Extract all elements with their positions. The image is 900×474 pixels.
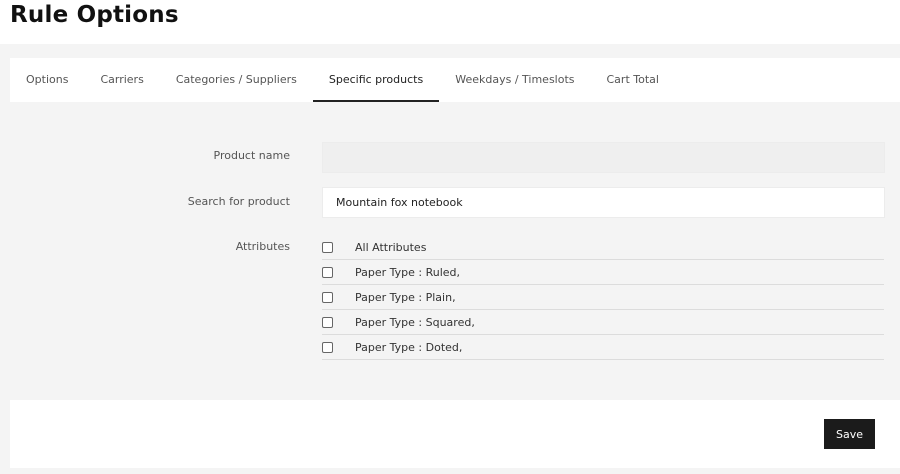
tab-cart-total[interactable]: Cart Total xyxy=(591,58,675,102)
attribute-row-all: All Attributes xyxy=(322,236,884,260)
product-name-field[interactable] xyxy=(322,142,885,173)
attribute-row-squared: Paper Type : Squared, xyxy=(322,310,884,335)
search-product-input[interactable] xyxy=(322,187,885,218)
form-panel: Product name Search for product Attribut… xyxy=(10,102,900,400)
squared-checkbox[interactable] xyxy=(322,316,333,328)
tab-options[interactable]: Options xyxy=(10,58,84,102)
product-name-label: Product name xyxy=(213,149,290,162)
page-title: Rule Options xyxy=(10,2,179,28)
attribute-label: Paper Type : Ruled, xyxy=(355,265,461,279)
tab-categories-suppliers[interactable]: Categories / Suppliers xyxy=(160,58,313,102)
plain-checkbox[interactable] xyxy=(322,291,333,303)
search-product-label: Search for product xyxy=(187,195,290,208)
form-footer: Save xyxy=(10,400,900,468)
attribute-row-doted: Paper Type : Doted, xyxy=(322,335,884,360)
attribute-row-plain: Paper Type : Plain, xyxy=(322,285,884,310)
attribute-label: Paper Type : Plain, xyxy=(355,290,456,304)
attributes-list: All Attributes Paper Type : Ruled, Paper… xyxy=(322,236,884,360)
doted-checkbox[interactable] xyxy=(322,341,333,353)
attribute-label: Paper Type : Squared, xyxy=(355,315,475,329)
save-button[interactable]: Save xyxy=(824,419,875,449)
attributes-label: Attributes xyxy=(235,240,290,253)
tab-specific-products[interactable]: Specific products xyxy=(312,58,440,102)
attribute-label: All Attributes xyxy=(355,241,427,254)
tab-carriers[interactable]: Carriers xyxy=(84,58,159,102)
ruled-checkbox[interactable] xyxy=(322,266,333,278)
all-attributes-checkbox[interactable] xyxy=(322,242,333,253)
attribute-label: Paper Type : Doted, xyxy=(355,340,463,354)
tab-bar: Options Carriers Categories / Suppliers … xyxy=(10,58,900,102)
attribute-row-ruled: Paper Type : Ruled, xyxy=(322,260,884,285)
page-header: Rule Options xyxy=(0,0,900,44)
tab-weekdays-timeslots[interactable]: Weekdays / Timeslots xyxy=(439,58,590,102)
